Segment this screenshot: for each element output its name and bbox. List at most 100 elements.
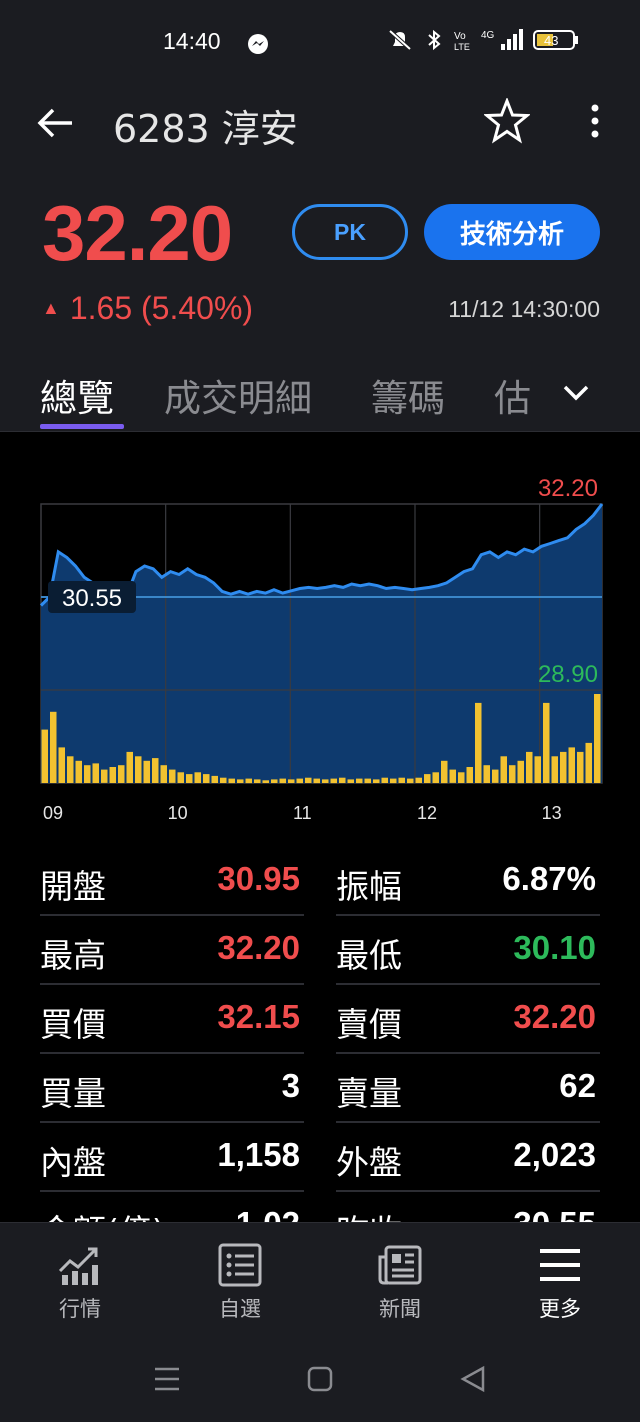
nav-news[interactable]: 新聞 (320, 1223, 480, 1335)
volume-bar (517, 760, 524, 784)
volume-bar (126, 751, 133, 783)
stock-title: 6283 淳安 (113, 107, 298, 151)
volume-bar (407, 778, 414, 784)
chart-high-label: 32.20 (538, 475, 598, 502)
volume-bar (449, 769, 456, 783)
volume-bar (186, 774, 193, 783)
menu-icon (540, 1249, 580, 1281)
svg-text:LTE: LTE (454, 42, 470, 52)
nav-label: 自選 (219, 1297, 261, 1321)
volume-bar (483, 765, 490, 783)
volume-bar (58, 747, 65, 783)
stat-row: 金額(億) 1.02 昨收 30.55 (40, 1191, 600, 1222)
volume-bar (118, 765, 125, 783)
chevron-down-icon[interactable] (560, 376, 592, 408)
messenger-icon (248, 34, 268, 54)
favorite-star-icon[interactable] (484, 98, 530, 144)
stat-cell: 最低 30.10 (336, 915, 600, 985)
x-tick-label: 13 (542, 803, 562, 823)
stat-cell: 開盤 30.95 (40, 846, 304, 916)
status-time: 14:40 (163, 28, 221, 54)
chart-ref-label: 30.55 (62, 585, 122, 612)
stat-label: 賣價 (336, 1005, 402, 1044)
stat-row: 買量 3 賣量 62 (40, 1053, 600, 1123)
volume-bar (245, 778, 252, 784)
volume-bar (101, 769, 108, 783)
stat-row: 開盤 30.95 振幅 6.87% (40, 846, 600, 916)
volume-bar (67, 756, 74, 783)
news-icon (378, 1245, 422, 1285)
nav-market[interactable]: 行情 (0, 1223, 160, 1335)
stat-cell: 買價 32.15 (40, 984, 304, 1054)
volume-bar (211, 775, 218, 783)
home-icon[interactable] (306, 1365, 334, 1393)
stat-label: 賣量 (336, 1074, 402, 1113)
volume-bar (475, 702, 482, 783)
volume-bar (534, 756, 541, 783)
nav-label: 新聞 (379, 1297, 421, 1321)
volume-bar (330, 778, 337, 784)
volume-bar (560, 751, 567, 783)
stat-row: 內盤 1,158 外盤 2,023 (40, 1122, 600, 1192)
tab-overview[interactable]: 總覽 (40, 368, 114, 422)
pk-button[interactable]: PK (292, 204, 408, 260)
price-change-value: 1.65 (5.40%) (69, 290, 254, 326)
volume-bar (237, 779, 244, 783)
volume-bar (160, 765, 167, 783)
volume-bar (424, 774, 431, 783)
volume-bar (228, 778, 235, 784)
stat-label: 開盤 (40, 867, 106, 906)
volume-bar (203, 774, 210, 783)
stat-value: 32.20 (217, 929, 300, 966)
volume-bar (390, 778, 397, 784)
volume-bar (381, 777, 388, 783)
volume-bar (322, 779, 329, 783)
stat-value: 2,023 (513, 1136, 596, 1173)
stat-cell: 金額(億) 1.02 (40, 1191, 304, 1222)
nav-watchlist[interactable]: 自選 (160, 1223, 320, 1335)
volume-bar (152, 758, 159, 783)
tab-valuation[interactable]: 估 (494, 368, 531, 422)
x-tick-label: 11 (293, 803, 312, 823)
status-icons: Vo LTE 4G 43 (385, 28, 579, 52)
back-arrow-icon[interactable] (34, 102, 76, 144)
volume-bar (577, 751, 584, 783)
stat-label: 最高 (40, 936, 106, 975)
recent-apps-icon[interactable] (152, 1364, 182, 1394)
volume-bar (364, 778, 371, 784)
stat-label: 外盤 (336, 1143, 402, 1182)
back-nav-icon[interactable] (458, 1364, 488, 1394)
volume-bar (50, 711, 57, 783)
nav-more[interactable]: 更多 (480, 1223, 640, 1335)
list-icon (218, 1243, 262, 1287)
tab-bar: 總覽 成交明細 籌碼 估 (0, 360, 640, 432)
stat-cell: 賣量 62 (336, 1053, 600, 1123)
stat-value: 3 (281, 1067, 300, 1104)
overview-content: 32.20 28.90 30.55 09 10 11 12 13 開盤 30.95 振幅 6.87%… (0, 432, 640, 1222)
volume-bar (135, 756, 142, 783)
stat-cell: 振幅 6.87% (336, 846, 600, 916)
x-tick-label: 12 (417, 803, 437, 823)
tab-active-indicator (40, 424, 124, 429)
tab-chips[interactable]: 籌碼 (371, 368, 445, 422)
more-options-icon[interactable] (580, 102, 610, 142)
stat-cell: 最高 32.20 (40, 915, 304, 985)
svg-text:4G: 4G (481, 30, 495, 41)
stat-row: 最高 32.20 最低 30.10 (40, 915, 600, 985)
svg-text:Vo: Vo (454, 31, 466, 42)
tab-trade-details[interactable]: 成交明細 (164, 368, 312, 422)
stat-value: 1,158 (217, 1136, 300, 1173)
bottom-nav: 行情 自選 新聞 更多 (0, 1222, 640, 1334)
technical-analysis-button[interactable]: 技術分析 (424, 204, 600, 260)
stat-label: 昨收 (336, 1205, 402, 1222)
intraday-chart[interactable]: 32.20 28.90 30.55 09 10 11 12 13 (0, 432, 640, 832)
volume-bar (509, 765, 516, 783)
bluetooth-icon (428, 29, 441, 51)
volume-bar (84, 765, 91, 783)
volume-bar (526, 751, 533, 783)
stat-cell: 內盤 1,158 (40, 1122, 304, 1192)
volume-bar (543, 702, 550, 783)
price-change: ▲ 1.65 (5.40%) (42, 290, 253, 327)
up-triangle-icon: ▲ (42, 298, 60, 318)
stat-row: 買價 32.15 賣價 32.20 (40, 984, 600, 1054)
